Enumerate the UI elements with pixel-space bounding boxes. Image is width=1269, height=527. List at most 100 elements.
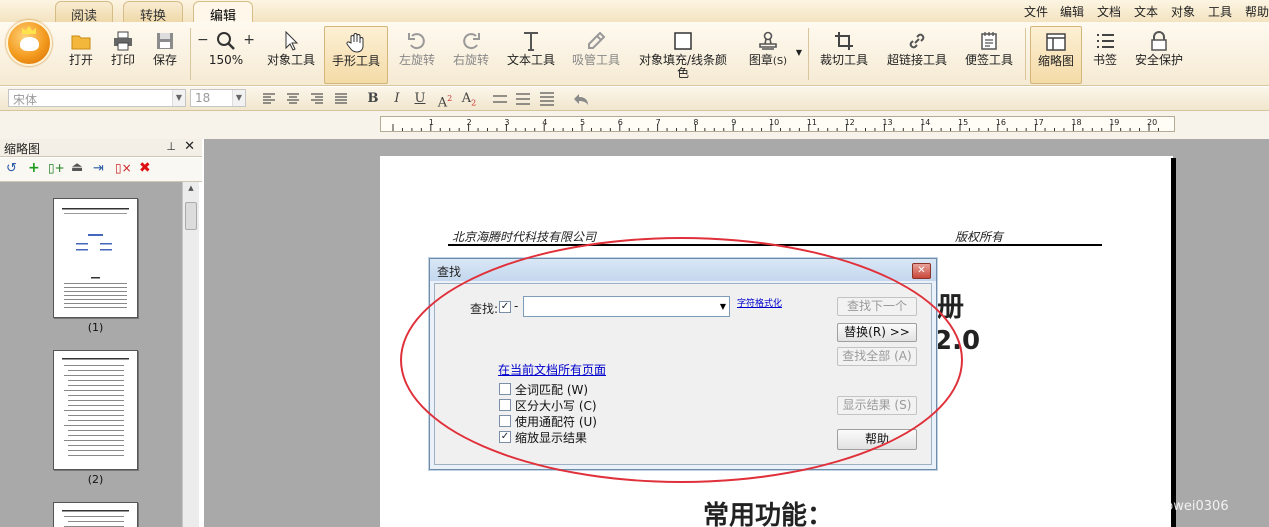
- thumbnail-layout-icon: [1046, 33, 1066, 51]
- tab-edit[interactable]: 编辑: [193, 1, 253, 24]
- close-icon[interactable]: ✕: [184, 139, 195, 154]
- color-box-icon: [674, 32, 692, 50]
- menu-document[interactable]: 文档: [1097, 3, 1121, 20]
- chevron-down-icon: ▼: [172, 90, 185, 106]
- folder-icon: [71, 35, 91, 50]
- print-button[interactable]: 打印: [104, 26, 142, 84]
- thumbnail-panel-title: 缩略图: [4, 142, 41, 156]
- insert-page-icon[interactable]: ▯+: [48, 161, 65, 175]
- security-button[interactable]: 安全保护: [1130, 26, 1188, 84]
- watermark-text: https://blog.csdn.net/cocowei0306: [1004, 499, 1229, 514]
- print-label: 打印: [110, 53, 135, 67]
- zoom-in-icon[interactable]: +: [243, 32, 255, 48]
- text-tool-button[interactable]: 文本工具: [503, 26, 559, 84]
- superscript-icon[interactable]: A2: [436, 91, 454, 110]
- menu-text[interactable]: 文本: [1134, 3, 1158, 20]
- crop-tool-label: 裁切工具: [819, 53, 868, 67]
- rotate-left-button[interactable]: 左旋转: [394, 26, 440, 84]
- thumbnail-view-button[interactable]: 缩略图: [1030, 26, 1082, 84]
- hand-icon: [346, 33, 364, 53]
- note-tool-label: 便签工具: [964, 53, 1013, 67]
- hyperlink-tool-label: 超链接工具: [886, 53, 947, 67]
- stamp-shortcut: (S): [772, 56, 788, 67]
- tab-convert[interactable]: 转换: [123, 1, 183, 24]
- stamp-button[interactable]: 图章(S) ▼: [738, 26, 802, 84]
- dropdown-arrow-icon[interactable]: ▼: [796, 48, 802, 57]
- font-family-select[interactable]: 宋体 ▼: [8, 89, 186, 107]
- page-thumbnail-3[interactable]: [53, 502, 138, 527]
- hand-tool-button[interactable]: 手形工具: [324, 26, 388, 84]
- font-size-value: 18: [195, 91, 211, 105]
- link-chain-icon: [909, 33, 925, 49]
- menu-object[interactable]: 对象: [1171, 3, 1195, 20]
- app-logo[interactable]: [6, 20, 52, 66]
- crop-tool-button[interactable]: 裁切工具: [814, 26, 874, 84]
- separator: [808, 28, 809, 80]
- text-cursor-icon: [524, 32, 538, 51]
- list-icon: [1097, 34, 1114, 48]
- note-icon: [981, 32, 997, 50]
- subscript-icon[interactable]: A2: [460, 91, 478, 108]
- ruler-number: 8: [693, 118, 698, 127]
- hyperlink-tool-button[interactable]: 超链接工具: [882, 26, 952, 84]
- note-tool-button[interactable]: 便签工具: [960, 26, 1018, 84]
- menu-file[interactable]: 文件: [1024, 3, 1048, 20]
- page-header-company: 北京海腾时代科技有限公司: [452, 230, 597, 244]
- undo-icon[interactable]: [572, 91, 590, 107]
- rotate-page-icon[interactable]: ↺: [6, 161, 17, 176]
- ruler-number: 16: [996, 118, 1006, 127]
- menu-help[interactable]: 帮助: [1245, 3, 1269, 20]
- pin-icon[interactable]: ⊥: [166, 140, 176, 153]
- save-button[interactable]: 保存: [146, 26, 184, 84]
- menu-edit[interactable]: 编辑: [1060, 3, 1084, 20]
- bookmark-button[interactable]: 书签: [1086, 26, 1124, 84]
- ruler-number: 11: [807, 118, 817, 127]
- magnifier-icon: [217, 32, 235, 50]
- open-button[interactable]: 打开: [62, 26, 100, 84]
- save-disk-icon: [157, 33, 173, 49]
- extract-page-icon[interactable]: ⏏: [71, 160, 83, 175]
- ruler-number: 6: [618, 118, 623, 127]
- ruler-number: 4: [542, 118, 547, 127]
- rotate-left-label: 左旋转: [398, 53, 435, 67]
- ruler-number: 7: [656, 118, 661, 127]
- bold-icon[interactable]: B: [364, 91, 382, 107]
- add-page-icon[interactable]: +: [28, 160, 40, 176]
- save-label: 保存: [152, 53, 177, 67]
- page-thumbnail-1[interactable]: [53, 198, 138, 318]
- thumbnail-scrollbar[interactable]: ▲: [182, 182, 199, 527]
- page-3-preview: [62, 510, 129, 527]
- object-tool-button[interactable]: 对象工具: [264, 26, 318, 84]
- align-justify-icon: [335, 93, 347, 104]
- delete-icon[interactable]: ✖: [139, 160, 151, 176]
- chevron-down-icon: ▼: [232, 90, 245, 106]
- close-icon[interactable]: ✕: [912, 263, 931, 279]
- security-label: 安全保护: [1134, 53, 1183, 67]
- rotate-right-button[interactable]: 右旋转: [448, 26, 494, 84]
- rotate-right-label: 右旋转: [452, 53, 489, 67]
- delete-pages-icon[interactable]: ▯×: [115, 161, 132, 175]
- page-thumbnail-2[interactable]: [53, 350, 138, 470]
- eyedropper-tool-button[interactable]: 吸管工具: [568, 26, 624, 84]
- separator: [1025, 28, 1026, 80]
- zoom-out-icon[interactable]: −: [197, 32, 209, 48]
- fill-line-color-button[interactable]: 对象填充/线条颜色: [636, 26, 730, 84]
- scroll-up-icon[interactable]: ▲: [185, 184, 197, 196]
- zoom-control[interactable]: − + 150%: [194, 26, 258, 84]
- line-spacing-buttons[interactable]: [492, 92, 562, 106]
- scrollbar-thumb[interactable]: [185, 202, 197, 230]
- export-page-icon[interactable]: ⇥: [93, 161, 104, 176]
- menu-tools[interactable]: 工具: [1208, 3, 1232, 20]
- line-spacing-2-icon: [516, 93, 530, 105]
- align-buttons[interactable]: [262, 92, 358, 106]
- font-size-select[interactable]: 18 ▼: [190, 89, 246, 107]
- font-family-value: 宋体: [13, 93, 38, 107]
- crop-icon: [835, 32, 853, 50]
- ruler-number: 18: [1071, 118, 1081, 127]
- underline-icon[interactable]: U: [411, 91, 429, 107]
- eyedropper-tool-label: 吸管工具: [571, 53, 620, 67]
- tab-read[interactable]: 阅读: [55, 1, 113, 24]
- ruler-number: 10: [769, 118, 779, 127]
- stamp-icon: [759, 31, 777, 50]
- italic-icon[interactable]: I: [388, 91, 406, 107]
